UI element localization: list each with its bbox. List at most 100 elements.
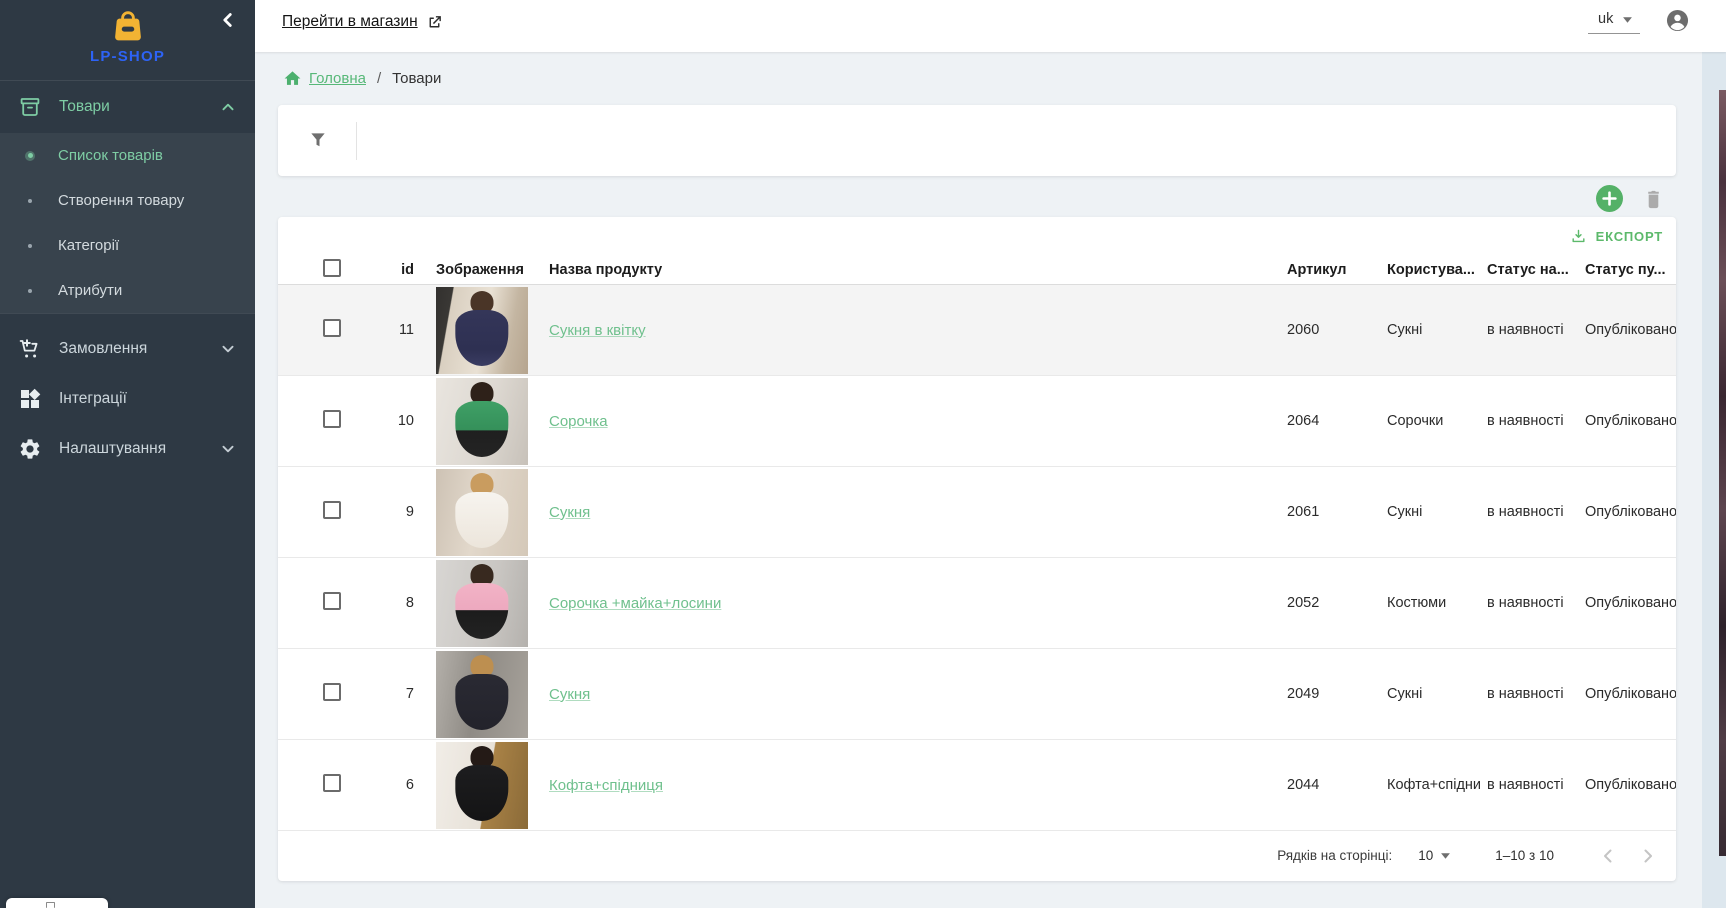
inventory-box-icon: [18, 95, 42, 119]
row-publish-status: Опубліковано: [1578, 504, 1676, 520]
row-checkbox[interactable]: [323, 410, 341, 428]
funnel-icon: [308, 130, 328, 150]
column-header-publish-status[interactable]: Статус пу...: [1578, 262, 1676, 278]
export-button[interactable]: ЕКСПОРТ: [1570, 228, 1663, 245]
home-icon: [283, 69, 302, 88]
rows-per-page-value: 10: [1418, 848, 1433, 863]
breadcrumb-current: Товари: [392, 70, 441, 87]
product-figure: [455, 401, 508, 457]
export-label: ЕКСПОРТ: [1596, 229, 1663, 244]
product-image[interactable]: [436, 469, 528, 556]
table-row[interactable]: 8 Сорочка +майка+лосини 2052 Костюми в н…: [278, 558, 1676, 649]
product-name-link[interactable]: Сорочка +майка+лосини: [549, 595, 721, 612]
row-id: 8: [354, 595, 420, 611]
row-id: 10: [354, 413, 420, 429]
sidebar-item-orders[interactable]: Замовлення: [0, 324, 255, 374]
row-category: Кофта+спідниц: [1380, 777, 1480, 793]
column-header-image[interactable]: Зображення: [420, 262, 538, 278]
trash-icon: [1642, 187, 1665, 210]
sidebar-item-product-list[interactable]: Список товарів: [0, 133, 255, 178]
active-bullet-icon: [25, 151, 35, 161]
table-row[interactable]: 10 Сорочка 2064 Сорочки в наявності Опуб…: [278, 376, 1676, 467]
product-figure: [455, 765, 508, 821]
rows-per-page-select[interactable]: 10: [1418, 848, 1451, 863]
table-row[interactable]: 9 Сукня 2061 Сукні в наявності Опубліков…: [278, 467, 1676, 558]
product-name-link[interactable]: Сукня в квітку: [549, 322, 646, 339]
breadcrumb-home-link[interactable]: Головна: [309, 70, 366, 87]
product-image[interactable]: [436, 378, 528, 465]
chevron-down-icon: [217, 338, 239, 360]
table-row[interactable]: 7 Сукня 2049 Сукні в наявності Опубліков…: [278, 649, 1676, 740]
row-publish-status: Опубліковано: [1578, 777, 1676, 793]
sidebar-item-product-create[interactable]: Створення товару: [0, 178, 255, 223]
product-image[interactable]: [436, 742, 528, 829]
table-row[interactable]: 11 Сукня в квітку 2060 Сукні в наявності…: [278, 285, 1676, 376]
row-publish-status: Опубліковано: [1578, 686, 1676, 702]
sidebar-item-settings[interactable]: Налаштування: [0, 424, 255, 474]
row-checkbox[interactable]: [323, 683, 341, 701]
product-image[interactable]: [436, 651, 528, 738]
bullet-icon: [28, 244, 32, 248]
column-header-id[interactable]: id: [354, 262, 420, 278]
row-sku: 2049: [1280, 686, 1380, 702]
filter-button[interactable]: [308, 130, 330, 152]
account-circle-icon: [1666, 9, 1689, 32]
chevron-up-icon: [217, 96, 239, 118]
sidebar-item-attributes[interactable]: Атрибути: [0, 268, 255, 313]
product-image[interactable]: [436, 560, 528, 647]
breadcrumb-separator: /: [373, 70, 385, 87]
column-header-sku[interactable]: Артикул: [1280, 262, 1380, 278]
row-publish-status: Опубліковано: [1578, 322, 1676, 338]
sidebar-item-label: Категорії: [58, 237, 119, 254]
go-to-shop-label: Перейти в магазин: [282, 13, 418, 31]
sidebar-item-label: Створення товару: [58, 192, 184, 209]
column-header-stock-status[interactable]: Статус на...: [1480, 262, 1578, 278]
app-logo-text: LP-SHOP: [0, 48, 255, 65]
gear-icon: [18, 437, 42, 461]
row-sku: 2060: [1280, 322, 1380, 338]
sidebar-item-products[interactable]: Товари: [0, 81, 255, 133]
pagination: Рядків на сторінці: 10 1–10 з 10: [278, 831, 1676, 880]
go-to-shop-link[interactable]: Перейти в магазин: [282, 13, 443, 31]
sidebar-item-label: Інтеграції: [59, 390, 127, 408]
product-name-link[interactable]: Кофта+спідниця: [549, 777, 663, 794]
table-row[interactable]: 6 Кофта+спідниця 2044 Кофта+спідниц в на…: [278, 740, 1676, 831]
chevron-down-icon: [217, 438, 239, 460]
row-publish-status: Опубліковано: [1578, 413, 1676, 429]
add-product-button[interactable]: [1596, 185, 1623, 212]
row-checkbox[interactable]: [323, 319, 341, 337]
sidebar-item-label: Список товарів: [58, 147, 163, 164]
row-sku: 2044: [1280, 777, 1380, 793]
user-avatar-button[interactable]: [1666, 9, 1689, 32]
app-logo[interactable]: LP-SHOP: [0, 7, 255, 65]
shopping-bag-logo-icon: [108, 7, 148, 47]
select-all-checkbox[interactable]: [323, 259, 341, 277]
main-content: Головна / Товари ЕКСПОРТ: [255, 52, 1726, 908]
download-icon: [1570, 228, 1587, 245]
product-figure: [455, 492, 508, 548]
delete-selected-button[interactable]: [1642, 187, 1665, 210]
language-select[interactable]: uk: [1588, 9, 1640, 34]
product-image[interactable]: [436, 287, 528, 374]
column-header-category[interactable]: Користува...: [1380, 262, 1480, 278]
row-stock-status: в наявності: [1480, 595, 1578, 611]
row-stock-status: в наявності: [1480, 322, 1578, 338]
plus-icon: [1602, 191, 1617, 206]
pagination-prev-button[interactable]: [1596, 844, 1620, 868]
adjacent-window-sliver: [1719, 90, 1726, 856]
notification-icon: [46, 902, 55, 908]
row-checkbox[interactable]: [323, 774, 341, 792]
pagination-next-button[interactable]: [1636, 844, 1660, 868]
sidebar-item-categories[interactable]: Категорії: [0, 223, 255, 268]
row-checkbox[interactable]: [323, 501, 341, 519]
row-checkbox[interactable]: [323, 592, 341, 610]
column-header-name[interactable]: Назва продукту: [538, 262, 1280, 278]
product-name-link[interactable]: Сорочка: [549, 413, 608, 430]
row-sku: 2064: [1280, 413, 1380, 429]
caret-down-icon: [1440, 850, 1451, 861]
sidebar-item-label: Замовлення: [59, 340, 147, 358]
product-name-link[interactable]: Сукня: [549, 504, 590, 521]
product-name-link[interactable]: Сукня: [549, 686, 590, 703]
sidebar-item-integrations[interactable]: Інтеграції: [0, 374, 255, 424]
sidebar-item-label: Товари: [59, 98, 110, 116]
